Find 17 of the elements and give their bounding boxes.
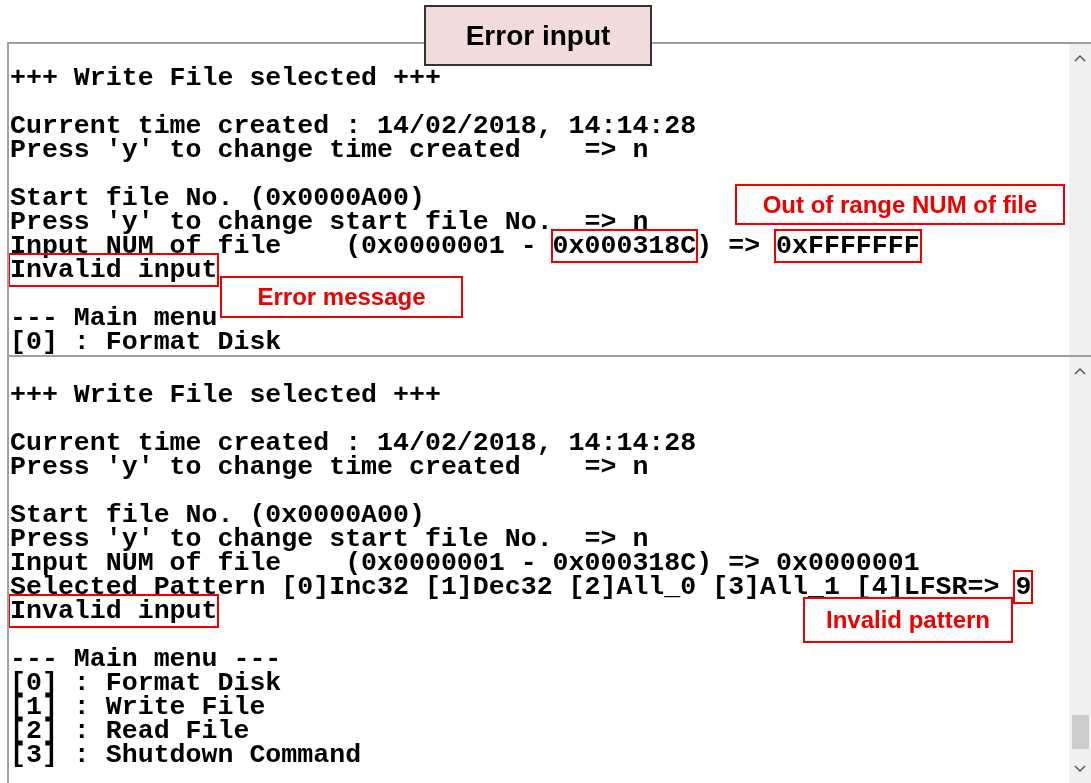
highlighted-text: 0x000318C — [552, 231, 697, 261]
scrollbar[interactable] — [1069, 357, 1091, 783]
callout-label: Invalid pattern — [803, 597, 1013, 643]
scrollbar[interactable] — [1069, 44, 1091, 355]
highlighted-text: 0xFFFFFFF — [776, 231, 920, 261]
scroll-up-icon[interactable] — [1074, 54, 1086, 62]
console-text: ) => — [696, 231, 762, 261]
highlighted-text: Invalid input — [10, 596, 218, 626]
title-label: Error input — [424, 5, 652, 66]
scroll-thumb[interactable] — [1071, 715, 1089, 749]
highlighted-text: 9 — [1015, 572, 1032, 602]
callout-label: Out of range NUM of file — [735, 184, 1065, 225]
console-text: +++ Write File selected +++ — [10, 63, 441, 93]
callout-label: Error message — [220, 276, 463, 318]
scroll-up-icon[interactable] — [1074, 367, 1086, 375]
scroll-down-icon[interactable] — [1074, 765, 1086, 773]
console-text: +++ Write File selected +++ — [10, 380, 441, 410]
